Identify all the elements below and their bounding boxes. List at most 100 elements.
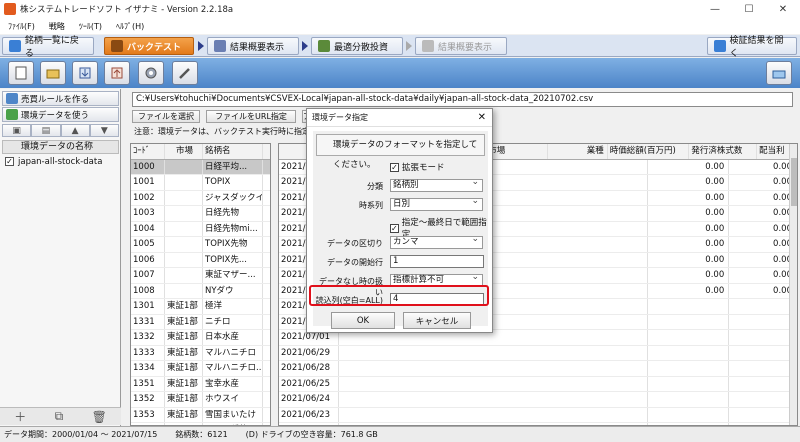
category-select[interactable]: 銘柄別 bbox=[390, 177, 483, 192]
minimize-button[interactable]: — bbox=[698, 0, 732, 18]
cell-shares: 0.00 bbox=[729, 268, 797, 283]
col-header-industry[interactable]: 業種 bbox=[548, 144, 608, 159]
cell-name: 日本水産 bbox=[203, 330, 263, 345]
table-row[interactable]: 1332 東証1部 日本水産 bbox=[131, 330, 270, 346]
tab-backtest[interactable]: バックテスト bbox=[104, 37, 194, 55]
dialog-close-icon[interactable]: ✕ bbox=[478, 109, 486, 127]
cell-market-cap: 0.00 bbox=[648, 221, 730, 236]
delimiter-label: データの区切り bbox=[327, 239, 383, 248]
table-row[interactable]: 1333 東証1部 マルハニチロ bbox=[131, 345, 270, 361]
duplicate-icon[interactable]: ⧉ bbox=[55, 409, 64, 424]
menu-file[interactable]: ﾌｧｲﾙ(F) bbox=[8, 21, 35, 32]
table-row[interactable]: 1352 東証1部 ホウスイ bbox=[131, 392, 270, 408]
open-button[interactable] bbox=[40, 61, 66, 85]
cell-shares: 0.00 bbox=[729, 206, 797, 221]
run-button[interactable] bbox=[766, 61, 792, 85]
col-header-market[interactable]: 市場 bbox=[165, 144, 203, 159]
table-row[interactable]: 2021/06/29 bbox=[279, 345, 797, 361]
table-row[interactable]: 1004 日経先物mi... bbox=[131, 221, 270, 237]
env-list-item[interactable]: ✓ japan-all-stock-data bbox=[2, 155, 119, 168]
tab-back-to-list[interactable]: 銘柄一覧に戻る bbox=[2, 36, 94, 59]
maximize-button[interactable]: ☐ bbox=[732, 0, 766, 18]
tab-bar: 銘柄一覧に戻る バックテスト 結果概要表示 最適分散投資 結果概要表示 検証結果… bbox=[0, 35, 800, 59]
settings-button[interactable] bbox=[138, 61, 164, 85]
table-row[interactable]: 1006 TOPIX先... bbox=[131, 252, 270, 268]
env-item-name: japan-all-stock-data bbox=[18, 156, 103, 167]
cell-code: 1351 bbox=[131, 376, 165, 391]
ok-button[interactable]: OK bbox=[331, 312, 395, 329]
col-header-shares[interactable]: 発行済株式数 bbox=[689, 144, 758, 159]
table-row[interactable]: 1007 東証マザー... bbox=[131, 268, 270, 284]
save-icon[interactable]: ▣ bbox=[2, 124, 32, 137]
cancel-button[interactable]: キャンセル bbox=[403, 312, 471, 329]
export-button[interactable] bbox=[104, 61, 130, 85]
cell-name: TOPIX先... bbox=[203, 252, 263, 267]
cell-market-cap: 0.00 bbox=[648, 237, 730, 252]
cell-shares bbox=[729, 330, 797, 345]
env-item-checkbox[interactable]: ✓ bbox=[5, 157, 14, 166]
create-rule-button[interactable]: 売買ルールを作る bbox=[2, 91, 119, 106]
move-up-icon[interactable]: ▲ bbox=[60, 124, 90, 137]
delimiter-select[interactable]: カンマ bbox=[390, 234, 483, 249]
run-icon bbox=[772, 70, 786, 79]
file-path-field[interactable]: C:¥Users¥tohuchi¥Documents¥CSVEX-Local¥j… bbox=[132, 92, 793, 107]
new-file-button[interactable] bbox=[8, 61, 34, 85]
col-header-name[interactable]: 銘柄名 bbox=[203, 144, 263, 159]
table-row[interactable]: 1353 東証1部 雪国まいたけ bbox=[131, 407, 270, 423]
status-bar: データ期間：2000/01/04 〜 2021/07/15 銘柄数：6121 (… bbox=[0, 426, 800, 442]
url-file-button[interactable]: ファイルをURL指定 bbox=[206, 110, 296, 123]
vertical-scrollbar[interactable] bbox=[789, 144, 797, 425]
cell-market: 東証1部 bbox=[165, 407, 203, 422]
table-row[interactable]: 2021/06/28 bbox=[279, 361, 797, 377]
cell-market-cap bbox=[648, 345, 730, 360]
add-icon[interactable]: ＋ bbox=[14, 408, 26, 425]
copy-icon[interactable]: ▤ bbox=[31, 124, 61, 137]
select-file-button[interactable]: ファイルを選択 bbox=[132, 110, 200, 123]
open-verify-result-button[interactable]: 検証結果を開く bbox=[707, 36, 797, 59]
start-row-input[interactable]: 1 bbox=[390, 255, 484, 268]
scroll-thumb[interactable] bbox=[791, 158, 797, 206]
table-row[interactable]: 2021/06/24 bbox=[279, 392, 797, 408]
extend-mode-checkbox[interactable]: ✓ 拡張モード bbox=[390, 161, 445, 173]
gear-icon bbox=[145, 67, 157, 79]
cell-market-cap: 0.00 bbox=[648, 283, 730, 298]
table-row[interactable]: 1334 東証1部 マルハニチロ... bbox=[131, 361, 270, 377]
col-header-market[interactable]: 市場 bbox=[486, 144, 548, 159]
table-row[interactable]: 1331 東証1部 ニチロ bbox=[131, 314, 270, 330]
table-row[interactable]: 2021/06/25 bbox=[279, 376, 797, 392]
menu-tools[interactable]: ﾂｰﾙ(T) bbox=[79, 21, 102, 32]
timeseries-label: 時系列 bbox=[359, 201, 383, 210]
use-env-data-button[interactable]: 環境データを使う bbox=[2, 107, 119, 122]
col-header-code[interactable]: ｺｰﾄﾞ bbox=[131, 144, 165, 159]
table-row[interactable]: 1301 東証1部 極洋 bbox=[131, 299, 270, 315]
tools-button[interactable] bbox=[172, 61, 198, 85]
menu-strategy[interactable]: 戦略 bbox=[49, 21, 65, 32]
cell-market bbox=[165, 283, 203, 298]
table-row[interactable]: 1002 ジャスダックイ... bbox=[131, 190, 270, 206]
tab-summary2-label: 結果概要表示 bbox=[438, 42, 493, 53]
timeseries-select[interactable]: 日別 bbox=[390, 196, 483, 211]
status-count: 銘柄数：6121 bbox=[175, 430, 228, 439]
table-row[interactable]: 1003 日経先物 bbox=[131, 206, 270, 222]
table-row[interactable]: 1000 日経平均... bbox=[131, 159, 270, 175]
delete-icon[interactable]: 🗑 bbox=[92, 410, 107, 424]
table-row[interactable]: 1005 TOPIX先物 bbox=[131, 237, 270, 253]
cell-market bbox=[165, 175, 203, 190]
tab-summary[interactable]: 結果概要表示 bbox=[207, 37, 299, 55]
menu-help[interactable]: ﾍﾙﾌﾟ(H) bbox=[116, 21, 144, 32]
checkbox-check-icon: ✓ bbox=[390, 223, 399, 233]
table-row[interactable]: 1351 東証1部 宝幸水産 bbox=[131, 376, 270, 392]
cell-name: ジャスダックイ... bbox=[203, 190, 263, 205]
tab-optimize[interactable]: 最適分散投資 bbox=[311, 37, 403, 55]
cell-name: NYダウ bbox=[203, 283, 263, 298]
table-row[interactable]: 2021/06/23 bbox=[279, 407, 797, 423]
cell-market: 東証1部 bbox=[165, 392, 203, 407]
close-window-button[interactable]: ✕ bbox=[766, 0, 800, 18]
col-header-market-cap[interactable]: 時価総額(百万円) bbox=[608, 144, 690, 159]
move-down-icon[interactable]: ▼ bbox=[89, 124, 119, 137]
table-row[interactable]: 1001 TOPIX bbox=[131, 175, 270, 191]
import-button[interactable] bbox=[72, 61, 98, 85]
cell-market bbox=[165, 221, 203, 236]
cell-market bbox=[165, 237, 203, 252]
table-row[interactable]: 1008 NYダウ bbox=[131, 283, 270, 299]
